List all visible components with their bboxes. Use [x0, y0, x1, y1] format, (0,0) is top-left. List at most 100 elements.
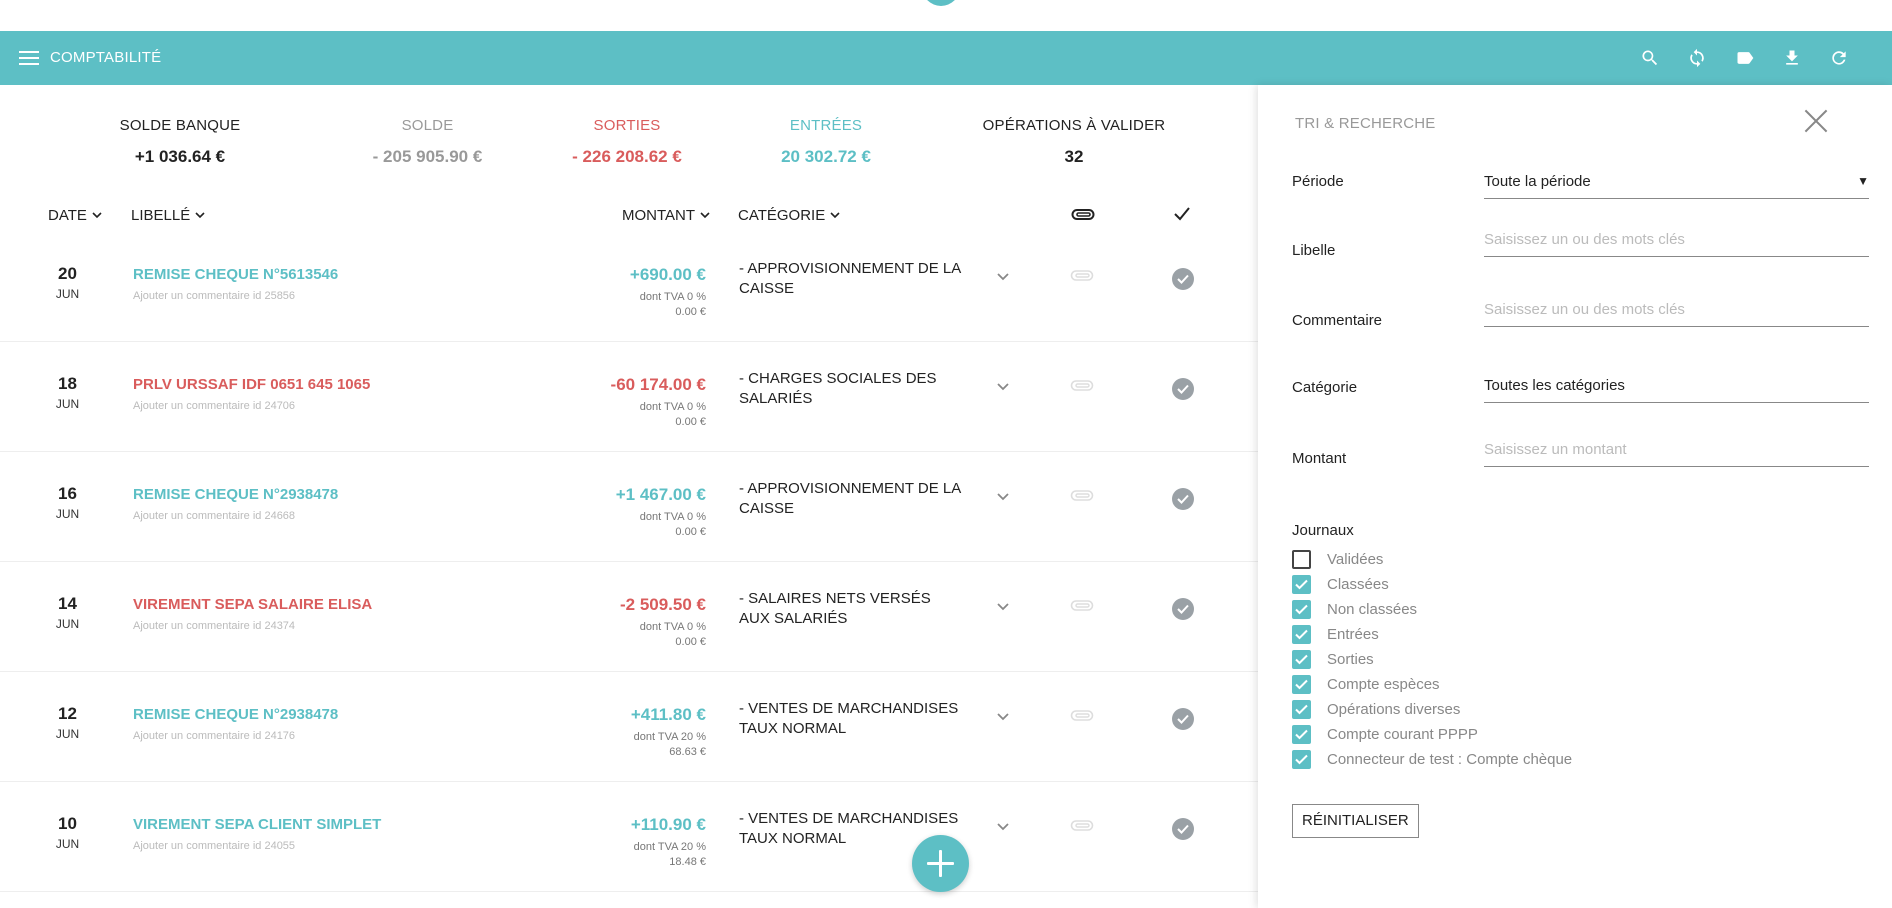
attachment-icon[interactable]: [1070, 819, 1094, 833]
validated-column-icon: [1173, 206, 1191, 222]
row-comment[interactable]: Ajouter un commentaire id 24374: [133, 620, 295, 632]
row-label[interactable]: VIREMENT SEPA SALAIRE ELISA: [133, 596, 372, 613]
row-tva: dont TVA 0 % 0.00 €: [640, 290, 706, 320]
refresh-icon[interactable]: [1825, 44, 1853, 72]
validate-check-icon[interactable]: [1172, 268, 1194, 290]
journal-checkbox-validees[interactable]: Validées: [1292, 549, 1383, 569]
validate-check-icon[interactable]: [1172, 598, 1194, 620]
summary-value: - 205 905.90 €: [372, 147, 483, 166]
column-categorie-label: CATÉGORIE: [738, 207, 826, 224]
validate-check-icon[interactable]: [1172, 488, 1194, 510]
journal-checkbox-compte-especes[interactable]: Compte espèces: [1292, 674, 1440, 694]
categorie-select[interactable]: Toutes les catégories: [1484, 369, 1869, 403]
app-title: COMPTABILITÉ: [50, 49, 162, 66]
row-tva: dont TVA 0 % 0.00 €: [640, 400, 706, 430]
journal-checkbox-connecteur[interactable]: Connecteur de test : Compte chèque: [1292, 749, 1572, 769]
journal-checkbox-classees[interactable]: Classées: [1292, 574, 1389, 594]
summary-value: - 226 208.62 €: [572, 147, 682, 166]
row-label[interactable]: REMISE CHEQUE N°2938478: [133, 706, 338, 723]
chevron-down-icon[interactable]: [995, 602, 1011, 612]
row-category[interactable]: - CHARGES SOCIALES DES SALARIÉS: [739, 369, 964, 409]
chevron-down-icon[interactable]: [995, 822, 1011, 832]
journal-label: Compte courant PPPP: [1327, 725, 1478, 743]
row-tva-amount: 0.00 €: [675, 636, 706, 648]
chevron-down-icon[interactable]: [995, 382, 1011, 392]
validate-check-icon[interactable]: [1172, 818, 1194, 840]
sync-icon[interactable]: [1683, 44, 1711, 72]
summary-value: +1 036.64 €: [134, 147, 226, 166]
chevron-down-icon[interactable]: [995, 492, 1011, 502]
row-tva-rate: dont TVA 0 %: [639, 621, 706, 633]
montant-input[interactable]: [1484, 433, 1869, 466]
attachment-icon[interactable]: [1070, 489, 1094, 503]
attachment-icon[interactable]: [1070, 709, 1094, 723]
reset-button[interactable]: RÉINITIALISER: [1292, 804, 1419, 838]
chevron-down-icon: [830, 212, 840, 219]
chevron-down-icon[interactable]: [995, 272, 1011, 282]
journal-label: Classées: [1327, 575, 1389, 593]
row-comment[interactable]: Ajouter un commentaire id 25856: [133, 290, 295, 302]
journal-checkbox-operations-diverses[interactable]: Opérations diverses: [1292, 699, 1460, 719]
summary-value: 20 302.72 €: [781, 147, 871, 166]
label-icon[interactable]: [1731, 44, 1759, 72]
summary-label: ENTRÉES: [789, 117, 863, 134]
row-month: JUN: [55, 507, 80, 521]
validate-check-icon[interactable]: [1172, 708, 1194, 730]
row-category[interactable]: - APPROVISIONNEMENT DE LA CAISSE: [739, 479, 964, 519]
commentaire-input[interactable]: [1484, 293, 1869, 326]
journal-checkbox-non-classees[interactable]: Non classées: [1292, 599, 1417, 619]
journal-checkbox-entrees[interactable]: Entrées: [1292, 624, 1379, 644]
row-category[interactable]: - APPROVISIONNEMENT DE LA CAISSE: [739, 259, 964, 299]
menu-icon[interactable]: [19, 50, 39, 66]
summary-solde-banque: SOLDE BANQUE +1 036.64 €: [110, 117, 250, 167]
add-transaction-button[interactable]: [912, 835, 969, 892]
journal-checkbox-sorties[interactable]: Sorties: [1292, 649, 1374, 669]
row-comment[interactable]: Ajouter un commentaire id 24176: [133, 730, 295, 742]
libelle-field: [1484, 223, 1869, 257]
row-comment[interactable]: Ajouter un commentaire id 24706: [133, 400, 295, 412]
download-icon[interactable]: [1778, 44, 1806, 72]
row-tva-rate: dont TVA 20 %: [633, 841, 706, 853]
row-category[interactable]: - SALAIRES NETS VERSÉS AUX SALARIÉS: [739, 589, 964, 629]
plus-icon: [927, 850, 954, 877]
search-icon[interactable]: [1636, 44, 1664, 72]
attachment-icon[interactable]: [1070, 379, 1094, 393]
row-label[interactable]: REMISE CHEQUE N°2938478: [133, 486, 338, 503]
top-fab-edge[interactable]: [922, 0, 960, 6]
validate-check-icon[interactable]: [1172, 378, 1194, 400]
commentaire-label: Commentaire: [1292, 312, 1383, 329]
chevron-down-icon: [195, 212, 205, 219]
close-icon[interactable]: [1804, 109, 1828, 133]
chevron-down-icon: [92, 212, 102, 219]
attachment-column-icon: [1071, 207, 1095, 223]
table-row: 18 JUN PRLV URSSAF IDF 0651 645 1065 Ajo…: [0, 342, 1258, 452]
row-month: JUN: [55, 727, 80, 741]
sort-date[interactable]: DATE: [48, 207, 102, 224]
row-tva-amount: 0.00 €: [675, 416, 706, 428]
table-row: 16 JUN REMISE CHEQUE N°2938478 Ajouter u…: [0, 452, 1258, 562]
row-label[interactable]: PRLV URSSAF IDF 0651 645 1065: [133, 376, 370, 393]
libelle-input[interactable]: [1484, 223, 1869, 256]
row-tva-amount: 68.63 €: [669, 746, 706, 758]
chevron-down-icon: [700, 212, 710, 219]
row-comment[interactable]: Ajouter un commentaire id 24055: [133, 840, 295, 852]
journal-checkbox-compte-courant[interactable]: Compte courant PPPP: [1292, 724, 1478, 744]
chevron-down-icon[interactable]: [995, 712, 1011, 722]
sort-categorie[interactable]: CATÉGORIE: [738, 207, 840, 224]
row-tva-amount: 0.00 €: [675, 306, 706, 318]
row-label[interactable]: REMISE CHEQUE N°5613546: [133, 266, 338, 283]
row-tva-amount: 18.48 €: [669, 856, 706, 868]
sort-montant[interactable]: MONTANT: [622, 207, 710, 224]
attachment-icon[interactable]: [1070, 599, 1094, 613]
summary-operations: OPÉRATIONS À VALIDER 32: [975, 117, 1173, 167]
row-day: 10: [58, 814, 77, 833]
row-category[interactable]: - VENTES DE MARCHANDISES TAUX NORMAL: [739, 699, 964, 739]
journal-label: Validées: [1327, 550, 1384, 568]
row-label[interactable]: VIREMENT SEPA CLIENT SIMPLET: [133, 816, 381, 833]
row-comment[interactable]: Ajouter un commentaire id 24668: [133, 510, 295, 522]
row-tva: dont TVA 20 % 18.48 €: [634, 840, 706, 870]
periode-select[interactable]: Toute la période ▼: [1484, 165, 1869, 199]
summary-label: OPÉRATIONS À VALIDER: [982, 117, 1166, 134]
sort-libelle[interactable]: LIBELLÉ: [131, 207, 205, 224]
attachment-icon[interactable]: [1070, 269, 1094, 283]
